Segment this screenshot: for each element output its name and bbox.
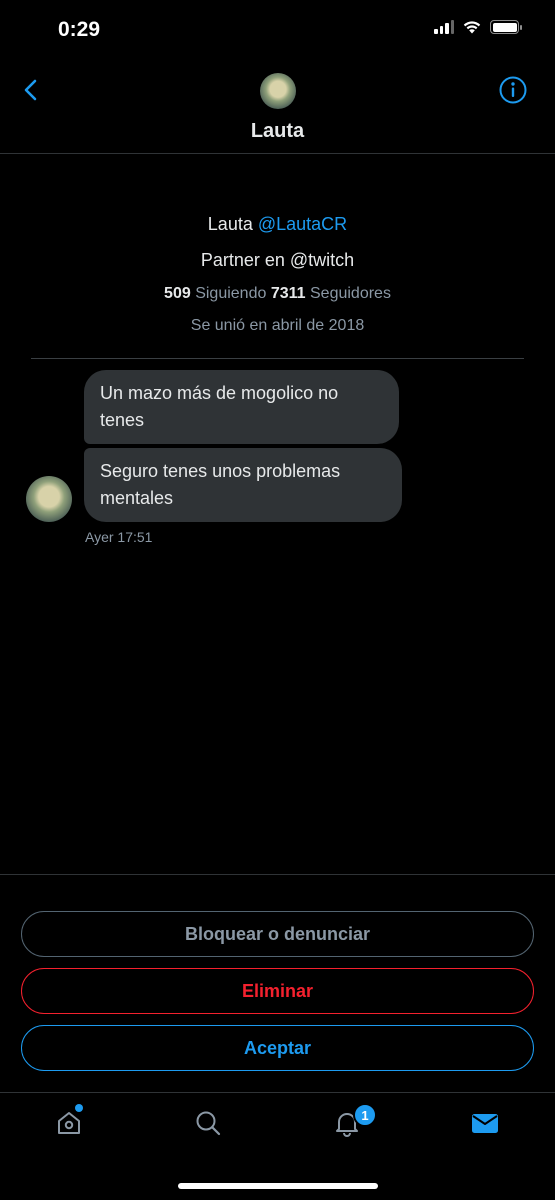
message-bubble[interactable]: Seguro tenes unos problemas mentales bbox=[84, 448, 402, 522]
envelope-icon bbox=[472, 1114, 498, 1133]
status-time: 0:29 bbox=[58, 18, 101, 41]
followers-count: 7311 bbox=[270, 285, 306, 302]
home-indicator bbox=[178, 1183, 378, 1189]
profile-handle[interactable]: @LautaCR bbox=[258, 214, 347, 234]
profile-stats: 509 Siguiendo 7311 Seguidores bbox=[0, 285, 555, 303]
delete-button[interactable]: Eliminar bbox=[21, 968, 534, 1014]
message-timestamp: Ayer 17:51 bbox=[85, 529, 153, 545]
message-bubble[interactable]: Un mazo más de mogolico no tenes bbox=[84, 370, 399, 444]
conversation-title: Lauta bbox=[250, 120, 305, 142]
tabbar-divider bbox=[0, 1092, 555, 1093]
battery-icon bbox=[490, 20, 522, 34]
following-label: Siguiendo bbox=[195, 285, 267, 302]
block-report-button[interactable]: Bloquear o denunciar bbox=[21, 911, 534, 957]
search-icon bbox=[196, 1111, 221, 1136]
tab-messages[interactable] bbox=[467, 1105, 503, 1141]
info-icon[interactable] bbox=[498, 75, 528, 105]
followers-label: Seguidores bbox=[310, 285, 391, 302]
wifi-icon bbox=[463, 21, 481, 34]
header-divider bbox=[0, 153, 555, 154]
profile-divider bbox=[31, 358, 524, 359]
home-unread-dot bbox=[75, 1104, 83, 1112]
following-count: 509 bbox=[164, 285, 191, 302]
profile-name-line: Lauta @LautaCR bbox=[0, 214, 555, 235]
home-icon bbox=[58, 1112, 80, 1134]
header-avatar[interactable] bbox=[260, 73, 296, 109]
tab-search[interactable] bbox=[190, 1105, 226, 1141]
cellular-signal-icon bbox=[434, 20, 454, 34]
notifications-badge: 1 bbox=[353, 1103, 377, 1127]
status-icons bbox=[434, 20, 522, 34]
profile-joined: Se unió en abril de 2018 bbox=[190, 317, 365, 334]
profile-name: Lauta bbox=[207, 214, 253, 234]
actions-divider bbox=[0, 874, 555, 875]
profile-bio: Partner en @twitch bbox=[200, 250, 355, 270]
sender-avatar[interactable] bbox=[26, 476, 72, 522]
back-chevron-icon[interactable] bbox=[20, 78, 44, 102]
accept-button[interactable]: Aceptar bbox=[21, 1025, 534, 1071]
